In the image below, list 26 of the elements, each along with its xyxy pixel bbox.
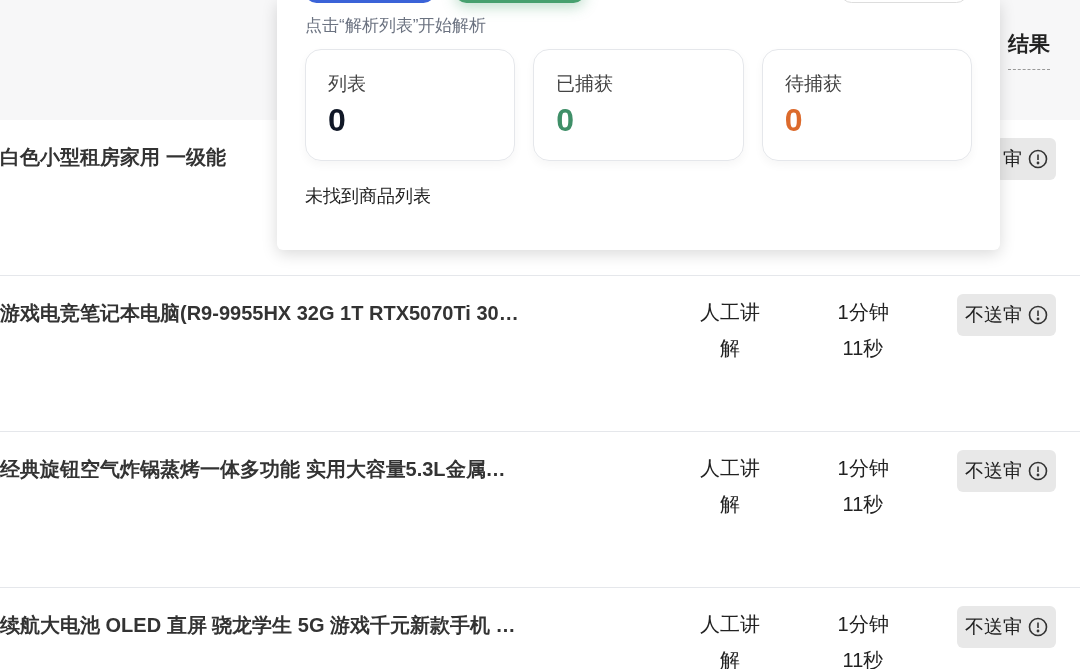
duration-text: 1分钟11秒 (837, 456, 889, 517)
duration-text: 1分钟11秒 (837, 300, 889, 361)
product-title: 白色小型租房家用 一级能 (0, 146, 226, 168)
product-title: 经典旋钮空气炸锅蒸烤一体多功能 实用大容量5.3L金属… (0, 458, 506, 480)
status-message: 未找到商品列表 (305, 184, 432, 208)
stat-label: 待捕获 (784, 71, 843, 96)
info-icon (1028, 461, 1048, 481)
mode-text: 人工讲解 (699, 300, 761, 361)
duration-text: 1分钟11秒 (837, 612, 889, 669)
mode-text: 人工讲解 (699, 456, 761, 517)
review-status-badge[interactable]: 不送审 (957, 294, 1056, 336)
stat-label: 列表 (328, 71, 367, 96)
info-icon (1028, 305, 1048, 325)
stat-label: 已捕获 (556, 71, 615, 96)
column-header: 结果 (1008, 28, 1050, 70)
mode-text: 人工讲解 (699, 612, 761, 669)
product-title: 游戏电竞笔记本电脑(R9-9955HX 32G 1T RTX5070Ti 30… (0, 302, 519, 324)
info-icon (1028, 149, 1048, 169)
stat-value: 0 (556, 101, 576, 140)
info-icon (1028, 617, 1048, 637)
review-status-badge[interactable]: 不送审 (957, 450, 1056, 492)
review-status-badge[interactable]: 不送审 (957, 606, 1056, 648)
stat-value: 0 (784, 101, 804, 140)
product-title: 续航大电池 OLED 直屏 骁龙学生 5G 游戏千元新款手机 … (0, 614, 516, 636)
stat-value: 0 (328, 101, 347, 140)
hint-text: 点击“解析列表”开始解析 (305, 15, 488, 37)
